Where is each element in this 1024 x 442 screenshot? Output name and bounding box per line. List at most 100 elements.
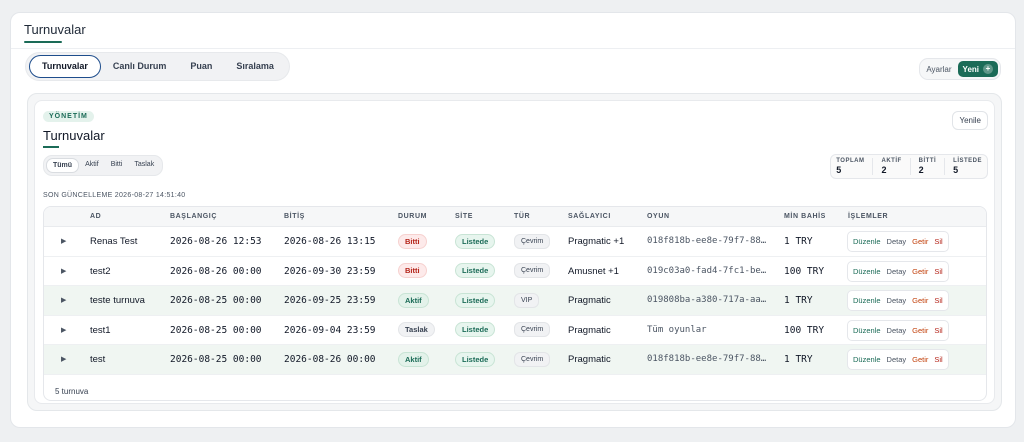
cell-min-bet: 100 TRY: [784, 265, 825, 277]
table-row[interactable]: ▶ teste turnuva 2026-08-25 00:00 2026-09…: [44, 286, 986, 316]
detail-button[interactable]: Detay: [884, 294, 910, 307]
cell-name: teste turnuva: [90, 295, 145, 306]
edit-button[interactable]: Düzenle: [850, 265, 884, 278]
column-header[interactable]: SİTE: [455, 213, 473, 220]
cell-start: 2026-08-25 00:00: [170, 324, 262, 336]
fetch-button[interactable]: Getir: [909, 294, 931, 307]
main-panel: Turnuvalar Turnuvalar Canlı Durum Puan S…: [10, 12, 1016, 428]
expand-icon[interactable]: ▶: [61, 257, 66, 286]
cell-game: 019c03a0-fad4-7fc1-be…: [647, 265, 767, 276]
tab-canli-durum[interactable]: Canlı Durum: [101, 55, 179, 78]
stat-label: BİTTİ: [918, 158, 937, 164]
stat-listed: LİSTEDE 5: [953, 158, 982, 175]
fetch-button[interactable]: Getir: [909, 324, 931, 337]
tab-puan[interactable]: Puan: [178, 55, 224, 78]
type-badge: Çevrim: [514, 233, 551, 249]
stats-summary: TOPLAM 5 AKTİF 2 BİTTİ 2 LİSTEDE 5: [830, 154, 988, 179]
tab-turnuvalar[interactable]: Turnuvalar: [29, 55, 101, 78]
type-badge: Çevrim: [514, 322, 551, 338]
fetch-button[interactable]: Getir: [909, 235, 931, 248]
stat-value: 2: [918, 165, 924, 175]
cell-end: 2026-08-26 13:15: [284, 236, 376, 247]
title-underline: [24, 41, 62, 43]
row-actions: Düzenle Detay Getir Sil: [847, 349, 949, 370]
edit-button[interactable]: Düzenle: [850, 294, 884, 307]
column-header[interactable]: AD: [90, 213, 101, 220]
detail-button[interactable]: Detay: [884, 324, 910, 337]
filter-all[interactable]: Tümü: [46, 158, 80, 173]
detail-button[interactable]: Detay: [884, 235, 910, 248]
delete-button[interactable]: Sil: [931, 353, 945, 366]
edit-button[interactable]: Düzenle: [850, 353, 884, 366]
section-badge: YÖNETİM: [43, 111, 94, 122]
cell-provider: Pragmatic: [568, 295, 611, 306]
filter-draft[interactable]: Taslak: [128, 158, 160, 173]
expand-icon[interactable]: ▶: [61, 316, 66, 345]
cell-end: 2026-09-04 23:59: [284, 324, 376, 336]
type-badge: Çevrim: [514, 351, 551, 367]
edit-button[interactable]: Düzenle: [850, 235, 884, 248]
row-actions: Düzenle Detay Getir Sil: [847, 290, 949, 311]
delete-button[interactable]: Sil: [931, 294, 945, 307]
delete-button[interactable]: Sil: [931, 235, 945, 248]
cell-start: 2026-08-25 00:00: [170, 295, 262, 306]
fetch-button[interactable]: Getir: [909, 265, 931, 278]
table-row[interactable]: ▶ test2 2026-08-26 00:00 2026-09-30 23:5…: [44, 257, 986, 286]
card-wrapper: YÖNETİM Turnuvalar Yenile Tümü Aktif Bit…: [27, 93, 1002, 411]
edit-button[interactable]: Düzenle: [850, 324, 884, 337]
divider: [944, 158, 946, 175]
column-header[interactable]: DURUM: [398, 213, 427, 220]
column-header[interactable]: OYUN: [647, 213, 670, 220]
stat-active: AKTİF 2: [881, 158, 901, 175]
column-header[interactable]: SAĞLAYICI: [568, 213, 611, 220]
cell-game: 019808ba-a380-717a-aa…: [647, 295, 767, 305]
cell-name: test: [90, 354, 106, 365]
cell-start: 2026-08-26 00:00: [170, 265, 262, 277]
card-title-underline: [43, 146, 59, 148]
last-updated: SON GÜNCELLEME 2026-08-27 14:51:40: [43, 192, 186, 199]
settings-link[interactable]: Ayarlar: [926, 65, 951, 74]
status-badge: Taslak: [398, 322, 435, 338]
column-header[interactable]: TÜR: [514, 213, 530, 220]
cell-provider: Amusnet +1: [568, 265, 619, 277]
detail-button[interactable]: Detay: [884, 353, 910, 366]
cell-min-bet: 1 TRY: [784, 354, 813, 365]
status-badge: Bitti: [398, 233, 427, 249]
table-row[interactable]: ▶ test 2026-08-25 00:00 2026-08-26 00:00…: [44, 345, 986, 375]
cell-end: 2026-09-25 23:59: [284, 295, 376, 306]
cell-game: 018f818b-ee8e-79f7-88…: [647, 236, 767, 246]
delete-button[interactable]: Sil: [931, 324, 945, 337]
tab-bar: Turnuvalar Canlı Durum Puan Sıralama: [25, 52, 290, 81]
expand-icon[interactable]: ▶: [61, 227, 66, 256]
cell-name: test2: [90, 265, 111, 277]
stat-value: 5: [836, 165, 842, 175]
cell-start: 2026-08-26 12:53: [170, 236, 262, 247]
delete-button[interactable]: Sil: [931, 265, 945, 278]
row-actions: Düzenle Detay Getir Sil: [847, 260, 949, 282]
detail-button[interactable]: Detay: [884, 265, 910, 278]
table-row[interactable]: ▶ Renas Test 2026-08-26 12:53 2026-08-26…: [44, 227, 986, 257]
filter-active[interactable]: Aktif: [79, 158, 105, 173]
tournaments-card: YÖNETİM Turnuvalar Yenile Tümü Aktif Bit…: [34, 100, 995, 404]
expand-icon[interactable]: ▶: [61, 286, 66, 315]
site-badge: Listede: [455, 263, 496, 279]
cell-start: 2026-08-25 00:00: [170, 354, 262, 365]
tab-siralama[interactable]: Sıralama: [224, 55, 286, 78]
table-row[interactable]: ▶ test1 2026-08-25 00:00 2026-09-04 23:5…: [44, 316, 986, 345]
site-badge: Listede: [455, 233, 496, 249]
new-button[interactable]: Yeni +: [957, 61, 998, 77]
expand-icon[interactable]: ▶: [61, 345, 66, 374]
fetch-button[interactable]: Getir: [909, 353, 931, 366]
cell-provider: Pragmatic: [568, 324, 611, 336]
column-header[interactable]: MİN BAHİS: [784, 213, 826, 220]
cell-game: Tüm oyunlar: [647, 324, 707, 335]
cell-provider: Pragmatic: [568, 354, 611, 365]
cell-min-bet: 1 TRY: [784, 236, 813, 247]
column-header[interactable]: BİTİŞ: [284, 213, 305, 220]
filter-finished[interactable]: Bitti: [105, 158, 129, 173]
stat-total: TOPLAM 5: [836, 158, 864, 175]
type-badge: Çevrim: [514, 263, 551, 279]
refresh-button[interactable]: Yenile: [952, 111, 988, 130]
column-header[interactable]: BAŞLANGIÇ: [170, 213, 217, 220]
row-actions: Düzenle Detay Getir Sil: [847, 231, 949, 252]
